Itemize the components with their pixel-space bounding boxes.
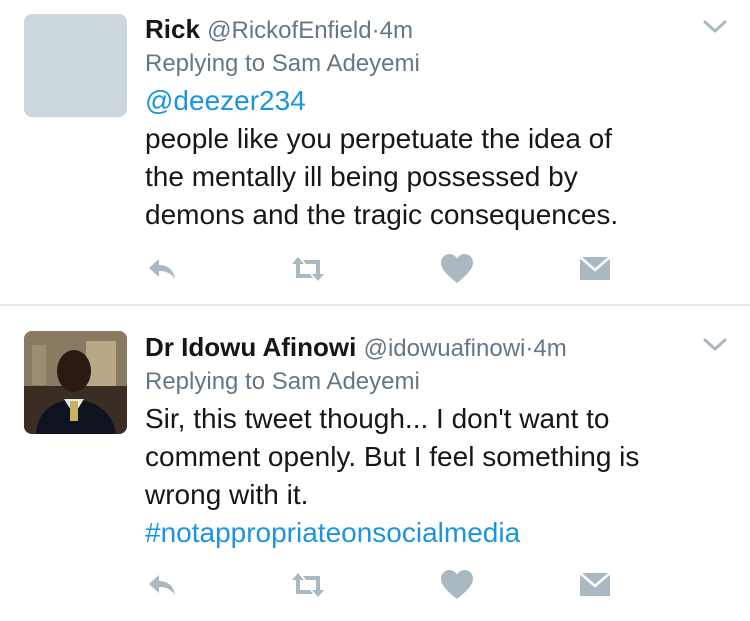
tweet-header: Rick @RickofEnfield·4m [145, 8, 710, 50]
timestamp[interactable]: 4m [380, 17, 413, 44]
tweet-text: Sir, this tweet though... I don't want t… [145, 400, 710, 552]
tweet-header: Dr Idowu Afinowi @idowuafinowi·4m [145, 326, 710, 368]
retweet-icon[interactable] [290, 568, 326, 602]
direct-message-icon[interactable] [577, 568, 613, 602]
direct-message-icon[interactable] [577, 252, 613, 286]
avatar[interactable] [24, 14, 127, 117]
replying-to[interactable]: Replying to Sam Adeyemi [145, 364, 710, 400]
user-handle[interactable]: @RickofEnfield [207, 17, 371, 44]
tweet-text: @deezer234 people like you perpetuate th… [145, 82, 710, 234]
replying-to[interactable]: Replying to Sam Adeyemi [145, 46, 710, 82]
tweet-idowu[interactable]: Dr Idowu Afinowi @idowuafinowi·4m Replyi… [0, 306, 750, 621]
separator-dot: · [371, 17, 380, 44]
tweet-text-line: people like you perpetuate the idea of [145, 123, 613, 154]
tweet-rick[interactable]: Rick @RickofEnfield·4m Replying to Sam A… [0, 0, 750, 305]
tweet-text-line: the mentally ill being possessed by [145, 161, 578, 192]
tweet-text-line: comment openly. But I feel something is [145, 441, 640, 472]
heart-icon[interactable] [439, 568, 475, 602]
tweet-actions [145, 568, 625, 602]
tweet-text-line: demons and the tragic consequences. [145, 199, 619, 230]
user-handle[interactable]: @idowuafinowi [364, 335, 526, 362]
tweet-content: Rick @RickofEnfield·4m Replying to Sam A… [145, 8, 710, 234]
avatar[interactable] [24, 331, 127, 434]
hashtag-link[interactable]: #notappropriateonsocialmedia [145, 514, 710, 552]
reply-icon[interactable] [145, 252, 181, 286]
tweet-text-line: wrong with it. [145, 479, 309, 510]
heart-icon[interactable] [439, 252, 475, 286]
timestamp[interactable]: 4m [533, 335, 566, 362]
tweet-text-line: Sir, this tweet though... I don't want t… [145, 403, 610, 434]
reply-icon[interactable] [145, 568, 181, 602]
display-name[interactable]: Dr Idowu Afinowi [145, 332, 356, 362]
retweet-icon[interactable] [290, 252, 326, 286]
mention-link[interactable]: @deezer234 [145, 82, 710, 120]
chevron-down-icon[interactable] [700, 16, 730, 38]
tweet-actions [145, 252, 625, 286]
chevron-down-icon[interactable] [700, 334, 730, 356]
tweet-content: Dr Idowu Afinowi @idowuafinowi·4m Replyi… [145, 326, 710, 552]
display-name[interactable]: Rick [145, 14, 200, 44]
